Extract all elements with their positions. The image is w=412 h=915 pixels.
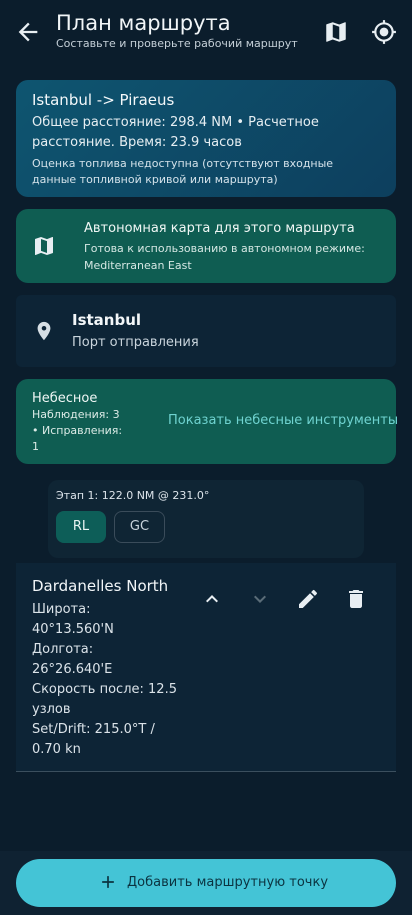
set-drift-value: 0.70 kn xyxy=(32,742,81,757)
chevron-up-icon xyxy=(206,595,218,603)
waypoint-details: Широта: 40°13.560'N Долгота: 26°26.640'E… xyxy=(32,600,192,760)
arrow-back-icon xyxy=(18,22,38,42)
back-button[interactable] xyxy=(14,18,42,46)
celestial-stats: Наблюдения: 3 • Исправления: 1 xyxy=(32,407,132,455)
move-up-button[interactable] xyxy=(200,587,224,611)
distance-time-text: Общее расстояние: 298.4 NM • Расчетное р… xyxy=(32,115,319,150)
waypoint-item: Dardanelles North Широта: 40°13.560'N До… xyxy=(16,563,396,772)
my-location-icon xyxy=(372,20,396,44)
longitude-label: Долгота: xyxy=(32,642,94,657)
show-celestial-tools-button[interactable]: Показать небесные инструменты xyxy=(168,413,398,428)
departure-port-label: Порт отправления xyxy=(72,335,199,350)
leg-info-card: Этап 1: 122.0 NM @ 231.0° RL GC xyxy=(48,480,364,558)
fuel-note: Оценка топлива недоступна (отсутствуют в… xyxy=(32,157,334,186)
delete-waypoint-button[interactable] xyxy=(344,587,368,611)
departure-port-name: Istanbul xyxy=(72,311,142,329)
offline-map-subtitle: Готова к использованию в автономном режи… xyxy=(84,242,365,272)
speed-unit: узлов xyxy=(32,702,71,717)
latitude-value: 40°13.560'N xyxy=(32,622,114,637)
edit-icon xyxy=(299,589,318,608)
waypoint-name: Dardanelles North xyxy=(32,577,169,595)
route-summary-card: Istanbul -> Piraeus Общее расстояние: 29… xyxy=(16,80,396,197)
route-name: Istanbul -> Piraeus xyxy=(32,91,175,109)
observations-count: Наблюдения: 3 xyxy=(32,408,120,421)
delete-icon xyxy=(349,590,363,608)
chevron-down-icon xyxy=(254,595,266,603)
celestial-title: Небесное xyxy=(32,391,98,406)
map-button[interactable] xyxy=(323,19,349,45)
speed-after: Скорость после: 12.5 xyxy=(32,682,177,697)
leg-summary: Этап 1: 122.0 NM @ 231.0° xyxy=(56,489,210,502)
set-drift: Set/Drift: 215.0°T / xyxy=(32,722,155,737)
departure-port-item[interactable]: Istanbul Порт отправления xyxy=(16,295,396,367)
edit-waypoint-button[interactable] xyxy=(296,587,320,611)
page-subtitle: Составьте и проверьте рабочий маршрут xyxy=(56,37,298,50)
celestial-card: Небесное Наблюдения: 3 • Исправления: 1 … xyxy=(16,379,398,464)
my-location-button[interactable] xyxy=(371,19,397,45)
offline-map-card[interactable]: Автономная карта для этого маршрута Гото… xyxy=(16,209,396,283)
longitude-value: 26°26.640'E xyxy=(32,662,113,677)
latitude-label: Широта: xyxy=(32,602,91,617)
page-title: План маршрута xyxy=(56,11,231,35)
great-circle-chip[interactable]: GC xyxy=(114,511,165,543)
map-icon xyxy=(326,22,346,42)
move-down-button[interactable] xyxy=(248,587,272,611)
offline-map-title: Автономная карта для этого маршрута xyxy=(84,221,355,236)
map-icon xyxy=(35,237,53,255)
add-icon xyxy=(102,876,114,888)
fixes-count: • Исправления: 1 xyxy=(32,424,123,453)
place-icon xyxy=(37,321,51,341)
app-bar: План маршрута Составьте и проверьте рабо… xyxy=(0,0,412,64)
add-waypoint-button[interactable]: Добавить маршрутную точку xyxy=(16,859,396,907)
add-waypoint-label: Добавить маршрутную точку xyxy=(127,875,329,890)
rhumb-line-chip[interactable]: RL xyxy=(56,511,106,543)
